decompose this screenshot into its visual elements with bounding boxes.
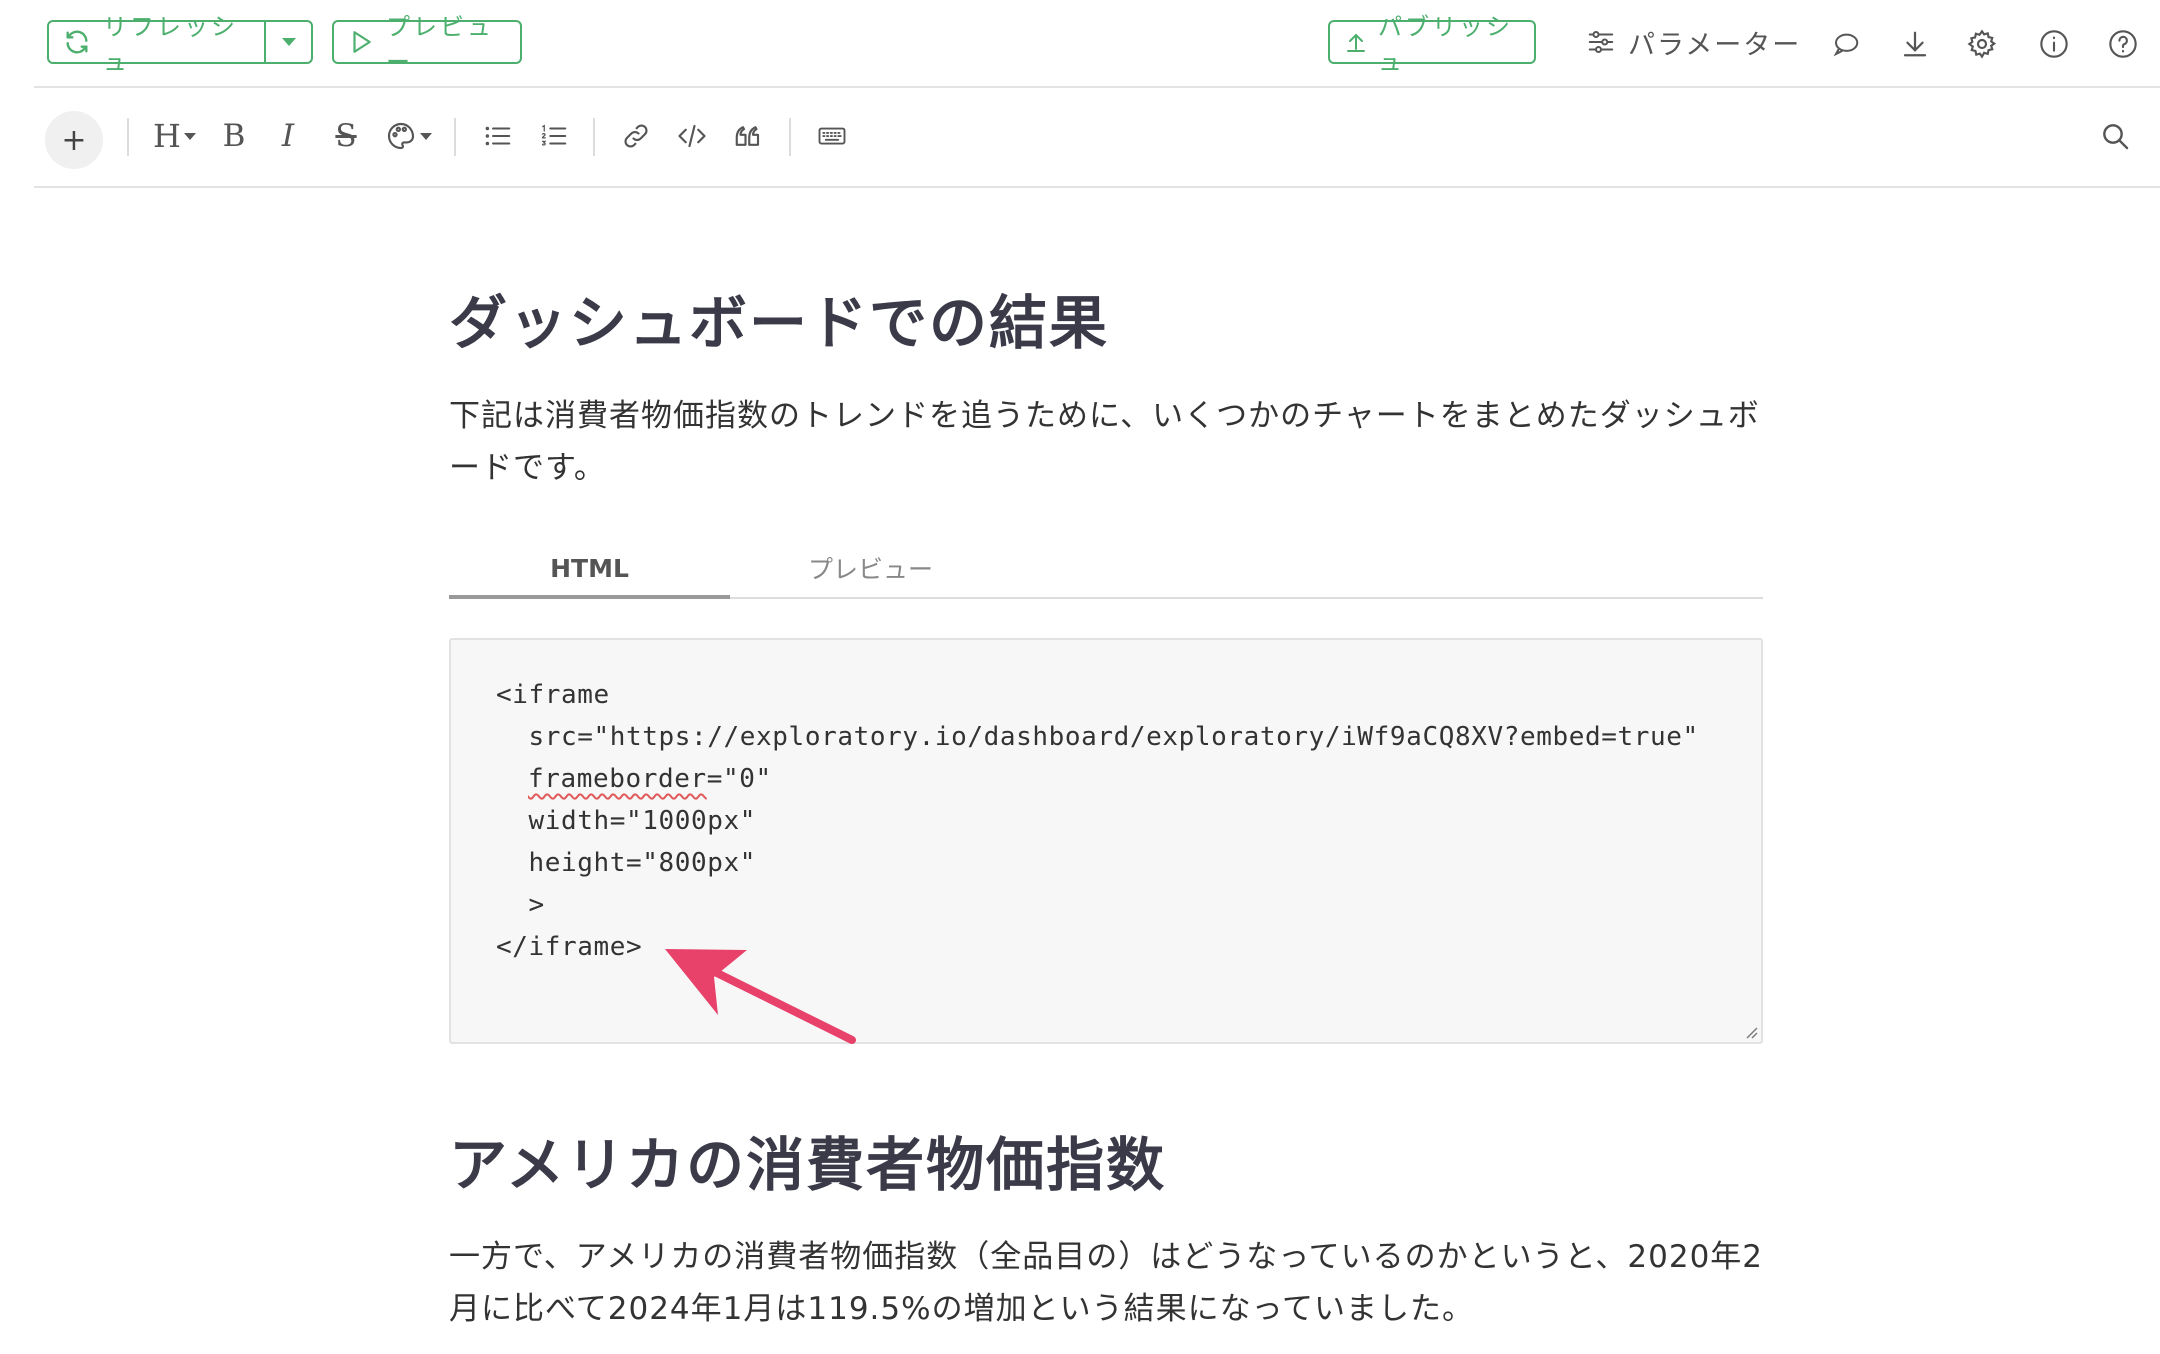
keyboard-shortcuts-button[interactable]	[812, 113, 852, 159]
editor-toolbar-divider	[34, 186, 2160, 188]
color-dropdown[interactable]	[384, 113, 434, 159]
code-line: </iframe>	[496, 932, 643, 962]
tab-html[interactable]: HTML	[449, 540, 730, 596]
code-line: src="https://exploratory.io/dashboard/ex…	[496, 722, 1699, 752]
upload-icon	[1347, 33, 1365, 52]
strikethrough-icon: S	[335, 118, 357, 154]
numbered-list-icon	[541, 124, 567, 146]
parameters-label: パラメーター	[1628, 29, 1802, 61]
bullet-list-button[interactable]	[480, 113, 516, 159]
info-icon	[2040, 30, 2068, 58]
comment-button[interactable]	[1826, 24, 1866, 64]
download-icon	[1903, 31, 1927, 57]
paragraph: 下記は消費者物価指数のトレンドを追うために、いくつかのチャートをまとめたダッシュ…	[449, 398, 1760, 486]
preview-button[interactable]: プレビュー	[332, 13, 522, 76]
refresh-button-group: リフレッシュ	[47, 13, 313, 76]
info-button[interactable]	[2034, 24, 2074, 64]
refresh-icon	[66, 30, 88, 54]
settings-button[interactable]	[1962, 24, 2002, 64]
quote-icon	[735, 126, 760, 146]
search-button[interactable]	[2095, 113, 2135, 159]
code-line: frameborder="0"	[528, 764, 772, 794]
heading-dropdown[interactable]: H	[150, 113, 200, 159]
plus-icon: +	[61, 122, 87, 158]
play-icon	[353, 31, 371, 53]
insert-block-button[interactable]: +	[45, 111, 103, 169]
heading-icon: H	[153, 117, 181, 155]
refresh-button[interactable]: リフレッシュ	[49, 13, 267, 76]
help-icon	[2109, 30, 2137, 58]
section-heading: ダッシュボードでの結果	[449, 289, 1110, 357]
code-button[interactable]	[674, 113, 710, 159]
section-heading: アメリカの消費者物価指数	[449, 1131, 1167, 1199]
caret-down-icon	[183, 133, 196, 140]
code-line: height="800px"	[496, 848, 757, 878]
publish-label: パブリッシュ	[1378, 13, 1513, 76]
help-button[interactable]	[2103, 24, 2143, 64]
tab-preview-label: プレビュー	[807, 555, 933, 584]
keyboard-icon	[818, 127, 846, 145]
bullet-list-icon	[485, 126, 511, 146]
quote-button[interactable]	[730, 113, 766, 159]
toolbar-separator	[593, 118, 595, 156]
sliders-icon	[1588, 31, 1614, 53]
italic-button[interactable]: I	[272, 113, 304, 159]
annotation-arrow	[665, 949, 856, 1044]
search-icon	[2103, 124, 2129, 150]
code-line: width="1000px"	[496, 806, 757, 836]
publish-button[interactable]: パブリッシュ	[1328, 13, 1536, 76]
caret-down-icon	[420, 133, 432, 140]
resize-handle-icon[interactable]	[1743, 1024, 1759, 1040]
paragraph: 一方で、アメリカの消費者物価指数（全品目の）はどうなっているのかというと、202…	[449, 1239, 1764, 1327]
top-bar-divider	[34, 86, 2160, 88]
bold-icon: B	[222, 118, 246, 154]
download-button[interactable]	[1895, 24, 1935, 64]
preview-label: プレビュー	[386, 13, 494, 76]
code-fragment: ="0"	[706, 764, 772, 794]
caret-down-icon	[281, 38, 296, 46]
refresh-dropdown-button[interactable]	[266, 22, 311, 62]
toolbar-separator	[127, 118, 129, 156]
code-line: <iframe	[496, 680, 610, 710]
strikethrough-button[interactable]: S	[328, 113, 364, 159]
refresh-label: リフレッシュ	[103, 13, 238, 76]
bold-button[interactable]: B	[218, 113, 250, 159]
parameters-button[interactable]: パラメーター	[1586, 18, 1801, 66]
gear-icon	[1967, 29, 1997, 59]
tab-html-label: HTML	[550, 553, 629, 583]
code-icon	[678, 124, 706, 148]
palette-icon	[387, 122, 415, 150]
toolbar-separator	[789, 118, 791, 156]
toolbar-separator	[454, 118, 456, 156]
numbered-list-button[interactable]	[536, 113, 572, 159]
italic-icon: I	[281, 118, 295, 154]
tab-preview[interactable]: プレビュー	[730, 540, 1011, 596]
spellcheck-word: frameborder	[528, 764, 707, 794]
code-line: >	[496, 890, 545, 920]
link-icon	[624, 124, 648, 148]
tab-active-indicator	[449, 595, 730, 599]
link-button[interactable]	[618, 113, 654, 159]
comment-icon	[1833, 33, 1859, 57]
